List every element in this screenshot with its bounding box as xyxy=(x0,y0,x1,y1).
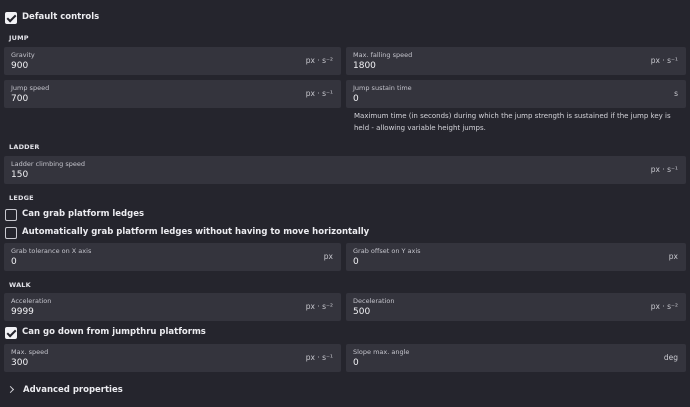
chevron-right-icon[interactable] xyxy=(6,385,15,394)
max-speed-label: Max. speed xyxy=(11,348,49,356)
section-walk: WALK xyxy=(9,281,31,289)
ladder-climbing-speed-value[interactable]: 150 xyxy=(11,170,28,180)
jump-sustain-time-field[interactable]: Jump sustain time 0 s xyxy=(346,80,686,108)
slope-max-angle-field[interactable]: Slope max. angle 0 deg xyxy=(346,344,686,372)
jump-sustain-time-unit: s xyxy=(674,89,678,98)
slope-max-angle-value[interactable]: 0 xyxy=(353,358,359,368)
can-grab-ledges-checkbox[interactable] xyxy=(5,209,17,221)
max-speed-unit: px · s⁻¹ xyxy=(305,353,333,362)
default-controls-label: Default controls xyxy=(22,12,100,22)
acceleration-unit: px · s⁻² xyxy=(305,302,333,311)
max-falling-speed-value[interactable]: 1800 xyxy=(353,61,376,71)
grab-tolerance-x-unit: px xyxy=(323,252,333,261)
jump-sustain-time-label: Jump sustain time xyxy=(353,84,412,92)
jump-sustain-help-text: Maximum time (in seconds) during which t… xyxy=(354,112,671,132)
grab-tolerance-x-value[interactable]: 0 xyxy=(11,257,17,267)
grab-offset-y-unit: px xyxy=(668,252,678,261)
acceleration-value[interactable]: 9999 xyxy=(11,307,34,317)
deceleration-field[interactable]: Deceleration 500 px · s⁻² xyxy=(346,293,686,321)
max-falling-speed-unit: px · s⁻¹ xyxy=(650,56,678,65)
jump-speed-label: Jump speed xyxy=(11,84,50,92)
slope-max-angle-unit: deg xyxy=(663,353,678,362)
gravity-value[interactable]: 900 xyxy=(11,61,28,71)
advanced-properties-toggle[interactable]: Advanced properties xyxy=(23,385,123,395)
acceleration-field[interactable]: Acceleration 9999 px · s⁻² xyxy=(4,293,341,321)
auto-grab-ledges-label: Automatically grab platform ledges witho… xyxy=(22,227,370,237)
max-speed-value[interactable]: 300 xyxy=(11,358,28,368)
deceleration-value[interactable]: 500 xyxy=(353,307,370,317)
grab-offset-y-value[interactable]: 0 xyxy=(353,257,359,267)
acceleration-label: Acceleration xyxy=(11,297,52,305)
section-jump: JUMP xyxy=(9,34,29,42)
ladder-climbing-speed-unit: px · s⁻¹ xyxy=(650,165,678,174)
section-ladder: LADDER xyxy=(9,143,40,151)
jump-sustain-time-value[interactable]: 0 xyxy=(353,94,359,104)
deceleration-label: Deceleration xyxy=(353,297,395,305)
max-falling-speed-field[interactable]: Max. falling speed 1800 px · s⁻¹ xyxy=(346,47,686,75)
gravity-label: Gravity xyxy=(11,51,35,59)
grab-tolerance-x-label: Grab tolerance on X axis xyxy=(11,247,92,255)
gravity-unit: px · s⁻² xyxy=(305,56,333,65)
auto-grab-ledges-checkbox[interactable] xyxy=(5,227,17,239)
section-ledge: LEDGE xyxy=(9,194,34,202)
can-grab-ledges-label: Can grab platform ledges xyxy=(22,209,145,219)
max-falling-speed-label: Max. falling speed xyxy=(353,51,413,59)
ladder-climbing-speed-label: Ladder climbing speed xyxy=(11,160,85,168)
jump-speed-unit: px · s⁻¹ xyxy=(305,89,333,98)
gravity-field[interactable]: Gravity 900 px · s⁻² xyxy=(4,47,341,75)
deceleration-unit: px · s⁻² xyxy=(650,302,678,311)
can-go-down-jumpthru-checkbox[interactable] xyxy=(5,327,17,339)
grab-offset-y-label: Grab offset on Y axis xyxy=(353,247,421,255)
grab-offset-y-field[interactable]: Grab offset on Y axis 0 px xyxy=(346,243,686,271)
ladder-climbing-speed-field[interactable]: Ladder climbing speed 150 px · s⁻¹ xyxy=(4,156,686,184)
jump-speed-value[interactable]: 700 xyxy=(11,94,28,104)
can-go-down-jumpthru-label: Can go down from jumpthru platforms xyxy=(22,327,206,337)
grab-tolerance-x-field[interactable]: Grab tolerance on X axis 0 px xyxy=(4,243,341,271)
jump-speed-field[interactable]: Jump speed 700 px · s⁻¹ xyxy=(4,80,341,108)
slope-max-angle-label: Slope max. angle xyxy=(353,348,410,356)
max-speed-field[interactable]: Max. speed 300 px · s⁻¹ xyxy=(4,344,341,372)
default-controls-checkbox[interactable] xyxy=(5,12,17,24)
